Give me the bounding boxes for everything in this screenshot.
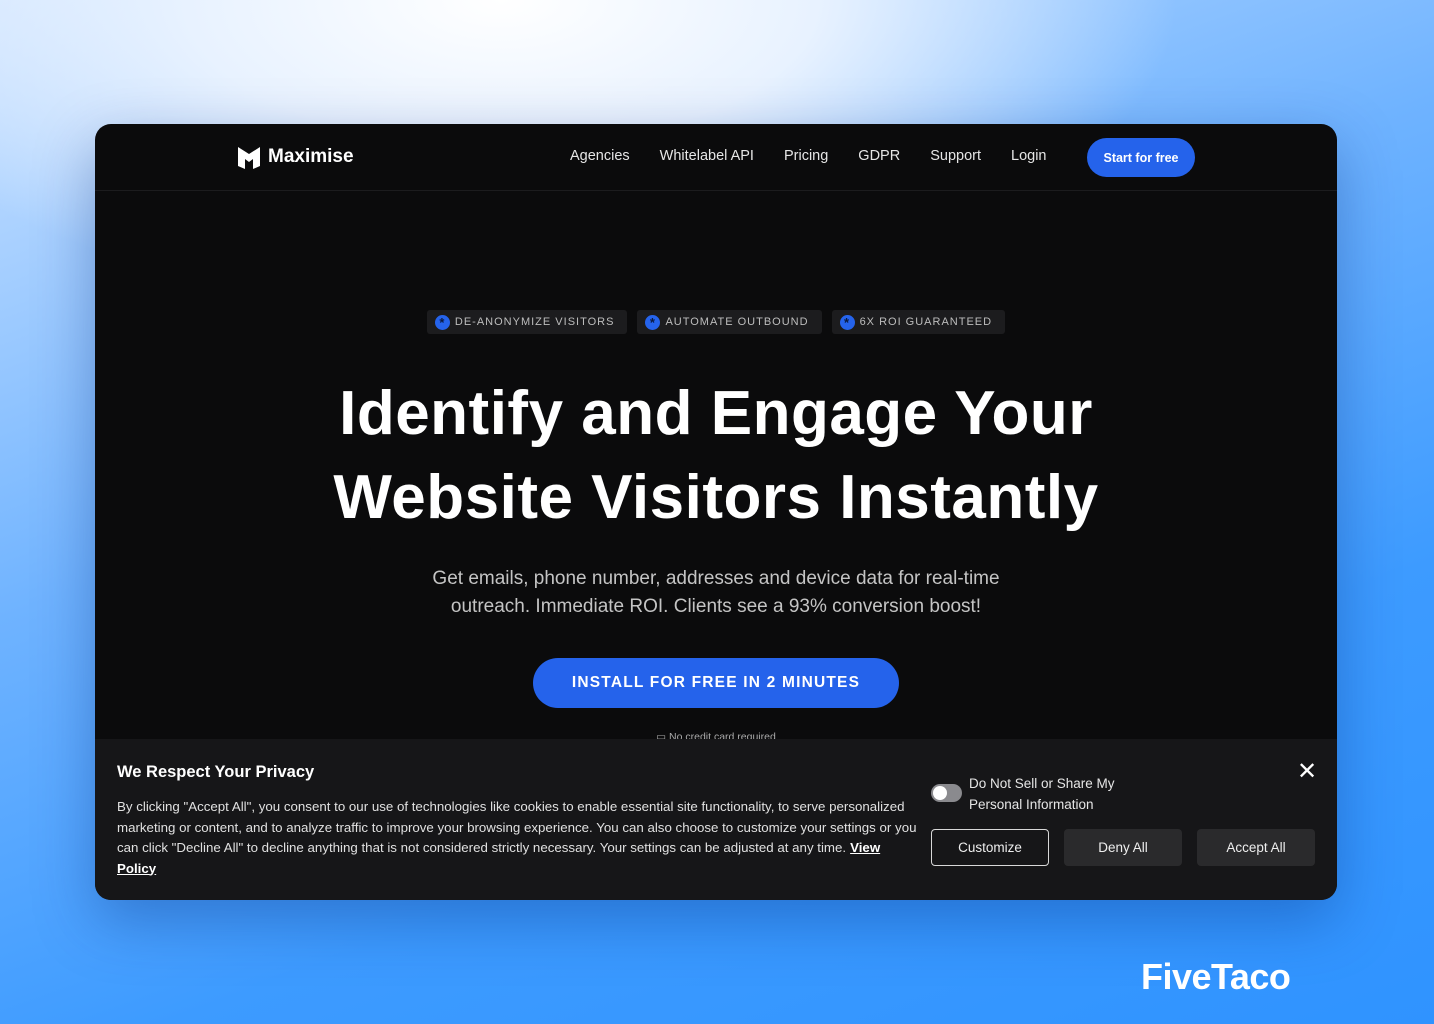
toggle-label-line: Do Not Sell or Share My <box>969 776 1115 791</box>
nav-support[interactable]: Support <box>930 148 981 164</box>
badge: * DE-ANONYMIZE VISITORS <box>426 310 628 334</box>
close-icon[interactable]: ✕ <box>1297 757 1317 786</box>
nav-pricing[interactable]: Pricing <box>784 148 828 164</box>
do-not-sell-toggle[interactable] <box>931 784 962 802</box>
badge: * 6X ROI GUARANTEED <box>831 310 1006 334</box>
subtitle-line: outreach. Immediate ROI. Clients see a 9… <box>450 596 982 617</box>
fivetaco-watermark: FiveTaco <box>1141 956 1291 997</box>
nav-agencies[interactable]: Agencies <box>570 148 630 164</box>
cookie-banner: We Respect Your Privacy By clicking "Acc… <box>95 739 1337 900</box>
toggle-label-line: Personal Information <box>969 796 1094 812</box>
nav-login[interactable]: Login <box>1011 148 1046 164</box>
badge: * AUTOMATE OUTBOUND <box>637 310 822 334</box>
subtitle-line: Get emails, phone number, addresses and … <box>432 568 1000 589</box>
asterisk-icon: * <box>839 314 855 330</box>
asterisk-icon: * <box>434 314 450 330</box>
deny-all-button[interactable]: Deny All <box>1064 829 1182 866</box>
top-nav: Maximise Agencies Whitelabel API Pricing… <box>95 124 1337 191</box>
asterisk-icon: * <box>645 314 661 330</box>
nav-whitelabel-api[interactable]: Whitelabel API <box>660 148 754 164</box>
cookie-body: By clicking "Accept All", you consent to… <box>117 797 917 879</box>
browser-card: Maximise Agencies Whitelabel API Pricing… <box>95 124 1337 900</box>
maximise-logo-icon <box>238 147 260 169</box>
start-for-free-button[interactable]: Start for free <box>1087 138 1195 177</box>
install-button[interactable]: INSTALL FOR FREE IN 2 MINUTES <box>533 658 899 708</box>
badge-label: 6X ROI GUARANTEED <box>859 316 993 328</box>
toggle-label: Do Not Sell or Share My Personal Informat… <box>969 774 1115 815</box>
hero-subtitle: Get emails, phone number, addresses and … <box>95 565 1337 621</box>
title-line: Identify and Engage Your <box>339 379 1093 448</box>
customize-button[interactable]: Customize <box>931 829 1049 866</box>
cookie-text: By clicking "Accept All", you consent to… <box>117 799 917 855</box>
logo[interactable]: Maximise <box>236 144 354 170</box>
badge-label: DE-ANONYMIZE VISITORS <box>454 316 615 328</box>
title-line: Website Visitors Instantly <box>333 463 1099 532</box>
accept-all-button[interactable]: Accept All <box>1197 829 1315 866</box>
toggle-knob <box>933 786 947 800</box>
cookie-title: We Respect Your Privacy <box>117 763 315 781</box>
brand-name: Maximise <box>268 146 354 167</box>
hero-title: Identify and Engage Your Website Visitors… <box>95 372 1337 540</box>
nav-gdpr[interactable]: GDPR <box>858 148 900 164</box>
badge-label: AUTOMATE OUTBOUND <box>665 316 809 328</box>
